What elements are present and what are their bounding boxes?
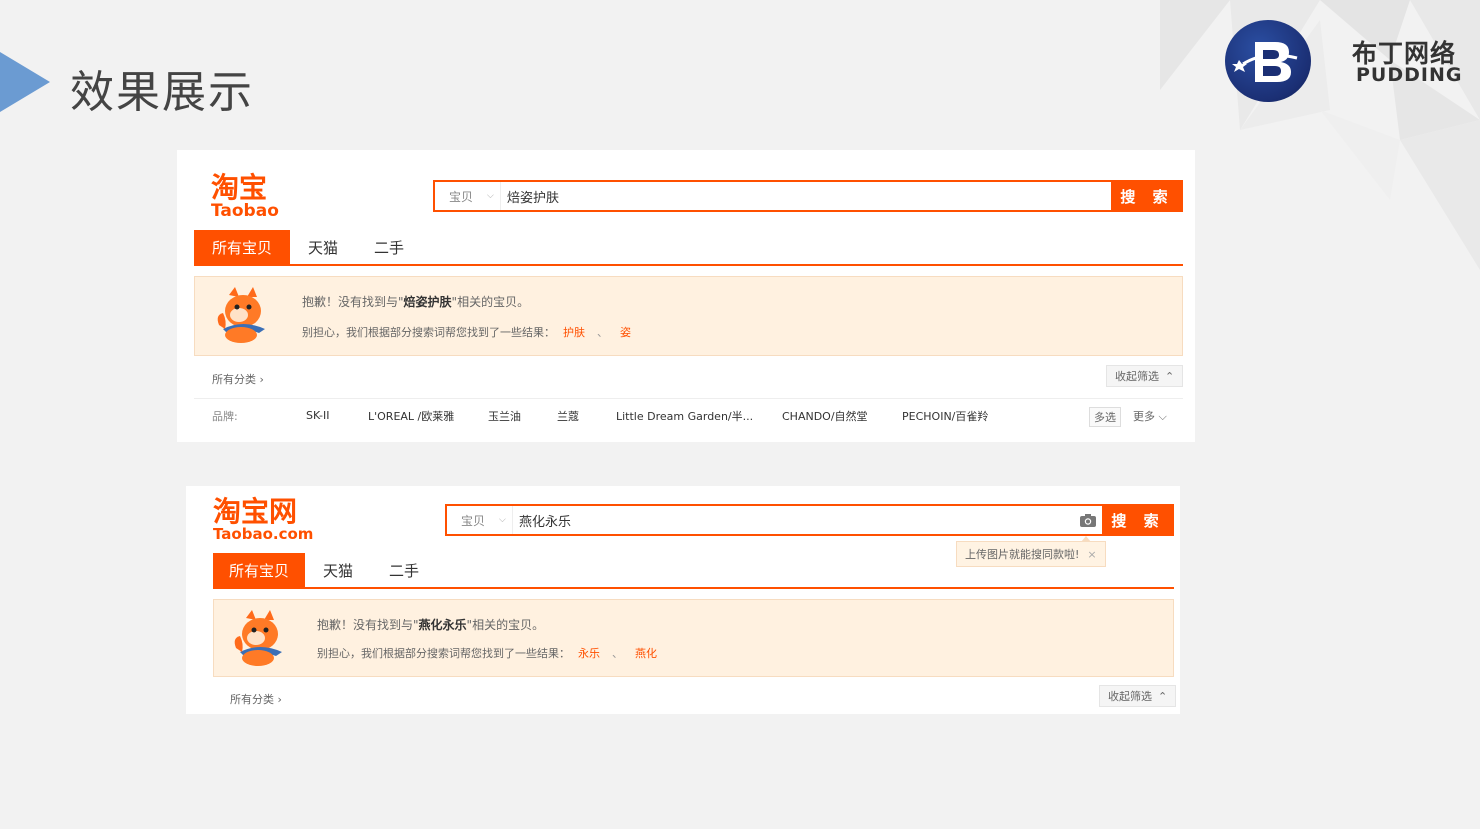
result-tabs: 所有宝贝 天猫 二手 [194, 230, 1183, 266]
brand-item[interactable]: SK-II [306, 409, 330, 422]
notice-keyword: 焙姿护肤 [403, 295, 452, 309]
brand-item[interactable]: PECHOIN/百雀羚 [902, 408, 988, 424]
chevron-right-icon: › [259, 373, 264, 386]
suggestion-link[interactable]: 永乐 [578, 647, 600, 660]
notice-suggestions: 别担心，我们根据部分搜索词帮您找到了一些结果： 护肤、姿 [302, 326, 631, 339]
notice-message: 抱歉！没有找到与"燕化永乐"相关的宝贝。 [317, 618, 545, 632]
tab-all-items[interactable]: 所有宝贝 [194, 230, 290, 264]
result-tabs: 所有宝贝 天猫 二手 [213, 553, 1174, 589]
collapse-filter-button[interactable]: 收起筛选 ⌃ [1099, 685, 1177, 707]
chevron-down-icon: ⌵ [487, 191, 494, 201]
brand-item[interactable]: Little Dream Garden/半... [616, 408, 753, 424]
notice-keyword: 燕化永乐 [418, 618, 467, 632]
taobao-mascot-icon [230, 608, 286, 672]
chevron-up-icon: ⌃ [1165, 369, 1175, 383]
taobao-mascot-icon [213, 285, 269, 349]
multi-select-button[interactable]: 多选 [1089, 407, 1121, 427]
search-input[interactable]: 焙姿护肤 [501, 182, 1111, 210]
category-breadcrumb[interactable]: 所有分类 › [230, 691, 282, 707]
suggestion-link[interactable]: 护肤 [563, 326, 585, 339]
search-bar: 宝贝 ⌵ 燕化永乐 搜 索 [445, 504, 1174, 536]
category-breadcrumb[interactable]: 所有分类 › [212, 371, 264, 387]
tab-all-items[interactable]: 所有宝贝 [213, 553, 305, 587]
pudding-logo-icon [1225, 20, 1311, 102]
suggestion-link[interactable]: 姿 [620, 326, 631, 339]
chevron-right-icon: › [277, 693, 282, 706]
collapse-filter-button[interactable]: 收起筛选 ⌃ [1106, 365, 1184, 387]
chevron-up-icon: ⌃ [1158, 689, 1168, 703]
brand-filter-label: 品牌: [212, 409, 238, 423]
brand-item[interactable]: 兰蔻 [557, 408, 579, 424]
notice-suggestions: 别担心，我们根据部分搜索词帮您找到了一些结果： 永乐、燕化 [317, 647, 657, 660]
chevron-down-icon: ⌵ [1155, 410, 1167, 423]
taobao-screenshot-2: 淘宝网 Taobao.com 宝贝 ⌵ 燕化永乐 搜 索 上传图片就能搜同款啦! ×… [186, 486, 1180, 714]
no-result-notice: 抱歉！没有找到与"燕化永乐"相关的宝贝。 别担心，我们根据部分搜索词帮您找到了一… [213, 599, 1174, 677]
tab-tmall[interactable]: 天猫 [290, 230, 356, 264]
brand-item[interactable]: L'OREAL /欧莱雅 [368, 408, 454, 424]
tab-second-hand[interactable]: 二手 [356, 230, 422, 264]
taobao-logo[interactable]: 淘宝网 Taobao.com [213, 498, 313, 542]
search-type-select[interactable]: 宝贝 ⌵ [447, 506, 513, 534]
slide-title: 效果展示 [70, 67, 254, 118]
tab-second-hand[interactable]: 二手 [371, 553, 437, 587]
search-type-select[interactable]: 宝贝 ⌵ [435, 182, 501, 210]
brand-item[interactable]: 玉兰油 [488, 408, 521, 424]
brand-item[interactable]: CHANDO/自然堂 [782, 408, 868, 424]
title-arrow-icon [0, 52, 50, 112]
search-bar: 宝贝 ⌵ 焙姿护肤 搜 索 [433, 180, 1183, 212]
taobao-screenshot-1: 淘宝 Taobao 宝贝 ⌵ 焙姿护肤 搜 索 所有宝贝 天猫 二手 抱歉！没有… [177, 150, 1195, 442]
search-button[interactable]: 搜 索 [1111, 180, 1183, 212]
tab-tmall[interactable]: 天猫 [305, 553, 371, 587]
brand-name-en: PUDDING [1356, 64, 1463, 86]
search-input[interactable]: 燕化永乐 [513, 506, 1074, 534]
suggestion-link[interactable]: 燕化 [635, 647, 657, 660]
brand-filter-row: 品牌: SK-II L'OREAL /欧莱雅 玉兰油 兰蔻 Little Dre… [194, 398, 1183, 432]
camera-icon[interactable] [1074, 506, 1102, 534]
more-brands-button[interactable]: 更多 ⌵ [1133, 408, 1167, 424]
no-result-notice: 抱歉！没有找到与"焙姿护肤"相关的宝贝。 别担心，我们根据部分搜索词帮您找到了一… [194, 276, 1183, 356]
search-button[interactable]: 搜 索 [1102, 504, 1174, 536]
notice-message: 抱歉！没有找到与"焙姿护肤"相关的宝贝。 [302, 295, 530, 309]
taobao-logo[interactable]: 淘宝 Taobao [211, 174, 279, 220]
chevron-down-icon: ⌵ [499, 515, 506, 525]
